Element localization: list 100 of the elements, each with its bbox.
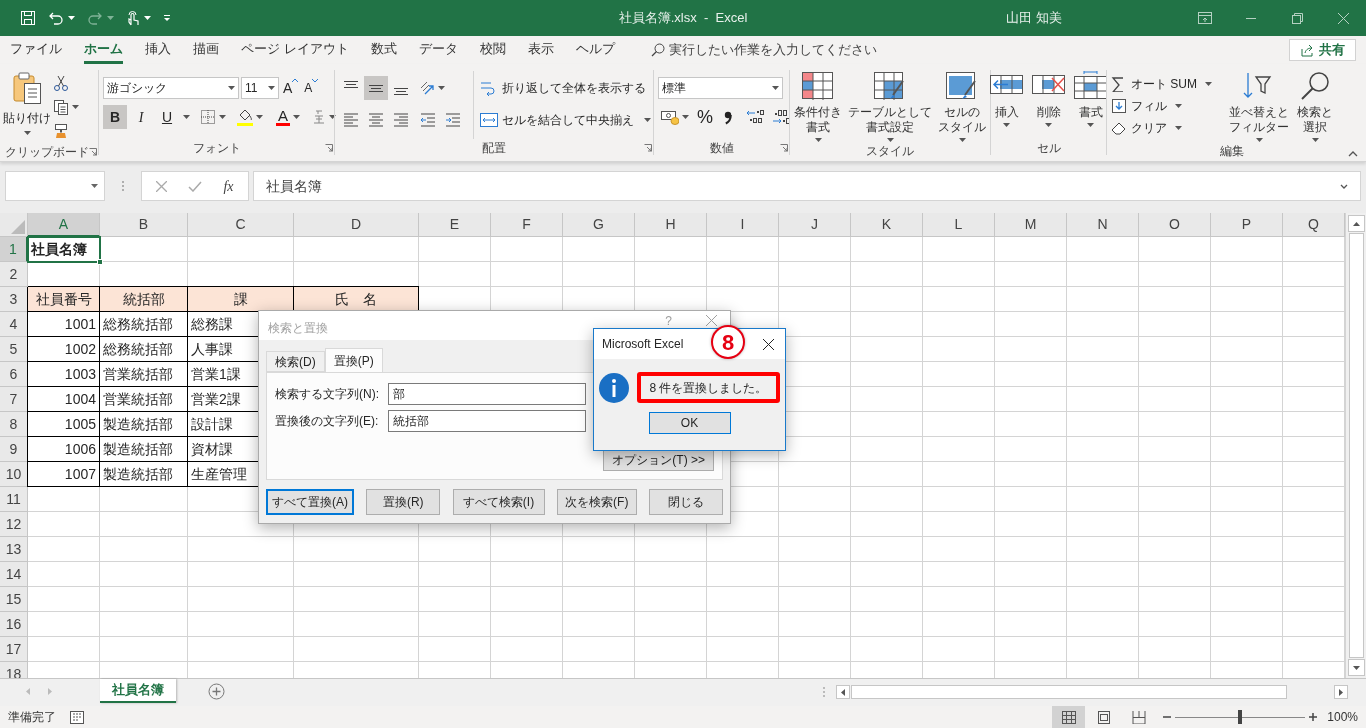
menu-tab[interactable]: 数式 <box>370 36 397 64</box>
row-header[interactable]: 11 <box>0 487 28 512</box>
row-header[interactable]: 8 <box>0 412 28 437</box>
row-header[interactable]: 7 <box>0 387 28 412</box>
font-color-button[interactable]: A <box>272 105 304 129</box>
row-header[interactable]: 1 <box>0 237 28 262</box>
bold-button[interactable]: B <box>103 105 127 129</box>
dialog-button[interactable]: すべて置換(A) <box>266 489 354 515</box>
dialog-button[interactable]: すべて検索(I) <box>452 489 545 515</box>
cells-button[interactable]: 削除 <box>1031 71 1066 139</box>
row-header[interactable]: 5 <box>0 337 28 362</box>
cell[interactable]: 1003 <box>28 362 100 387</box>
row-header[interactable]: 12 <box>0 512 28 537</box>
cell[interactable]: 営業統括部 <box>100 387 188 412</box>
menu-tab[interactable]: ファイル <box>10 36 62 64</box>
row-header[interactable]: 4 <box>0 312 28 337</box>
column-header[interactable]: P <box>1211 213 1283 237</box>
underline-button[interactable]: U <box>155 105 179 129</box>
column-header[interactable]: L <box>923 213 995 237</box>
column-header[interactable]: M <box>995 213 1067 237</box>
cell[interactable]: 営業統括部 <box>100 362 188 387</box>
cell[interactable]: 1005 <box>28 412 100 437</box>
column-header[interactable]: G <box>563 213 635 237</box>
grow-font-button[interactable]: A <box>281 77 301 99</box>
cell[interactable]: 製造統括部 <box>100 412 188 437</box>
italic-button[interactable]: I <box>129 105 153 129</box>
column-header[interactable]: H <box>635 213 707 237</box>
cell[interactable]: 総務統括部 <box>100 312 188 337</box>
cell[interactable]: 社員名簿 <box>28 237 100 262</box>
row-header[interactable]: 14 <box>0 562 28 587</box>
text-field[interactable]: 統括部 <box>388 410 586 432</box>
cell[interactable]: 製造統括部 <box>100 437 188 462</box>
row-header[interactable]: 6 <box>0 362 28 387</box>
cells-button[interactable]: 挿入 <box>989 71 1024 139</box>
tell-me-field[interactable]: 実行したい作業を入力してください <box>668 40 969 60</box>
column-header[interactable]: C <box>188 213 294 237</box>
options-button[interactable]: オプション(T) >> <box>603 449 714 471</box>
formula-field[interactable]: 社員名簿 <box>253 171 1361 201</box>
editing-button[interactable]: オート SUM <box>1111 73 1221 95</box>
ok-button[interactable]: OK <box>648 412 731 434</box>
dialog-tab[interactable]: 置換(P) <box>324 348 383 372</box>
sheet-tab[interactable]: 社員名簿 <box>100 679 176 703</box>
column-header[interactable]: D <box>294 213 419 237</box>
column-header[interactable]: K <box>851 213 923 237</box>
find-select-button[interactable]: 検索と 選択 <box>1297 71 1333 142</box>
number-format-field[interactable]: 標準 <box>658 77 783 99</box>
style-button[interactable]: テーブルとして 書式設定 <box>846 71 934 142</box>
font-name-field[interactable]: 游ゴシック <box>103 77 239 99</box>
menu-tab[interactable]: 描画 <box>193 36 219 64</box>
cell[interactable]: 製造統括部 <box>100 462 188 487</box>
cell[interactable]: 氏 名 <box>294 287 419 312</box>
paste-button[interactable]: 貼り付け <box>4 71 50 143</box>
cell[interactable]: 1004 <box>28 387 100 412</box>
cell[interactable]: 社員番号 <box>28 287 100 312</box>
sort-filter-button[interactable]: 並べ替えと フィルター <box>1229 71 1289 142</box>
menu-tab[interactable]: 校閲 <box>479 36 506 64</box>
merge-center-button[interactable]: セルを結合して中央揃え <box>480 107 651 133</box>
cell[interactable]: 1002 <box>28 337 100 362</box>
column-header[interactable]: O <box>1139 213 1211 237</box>
cell[interactable]: 課 <box>188 287 294 312</box>
dialog-button[interactable]: 閉じる <box>649 489 723 515</box>
column-header[interactable]: E <box>419 213 491 237</box>
menu-tab[interactable]: データ <box>418 36 458 64</box>
editing-button[interactable]: フィル <box>1111 95 1221 117</box>
share-button[interactable]: 共有 <box>1289 39 1356 61</box>
percent-button[interactable]: % <box>694 105 716 129</box>
editing-button[interactable]: クリア <box>1111 117 1221 139</box>
shrink-font-button[interactable]: A <box>302 79 321 97</box>
cell[interactable]: 統括部 <box>100 287 188 312</box>
font-size-field[interactable]: 11 <box>241 77 279 99</box>
cell[interactable]: 総務統括部 <box>100 337 188 362</box>
row-header[interactable]: 15 <box>0 587 28 612</box>
row-header[interactable]: 3 <box>0 287 28 312</box>
row-header[interactable]: 16 <box>0 612 28 637</box>
dialog-button[interactable]: 置換(R) <box>366 489 441 515</box>
menu-tab[interactable]: 挿入 <box>145 36 171 64</box>
insert-function-button[interactable]: fx <box>223 175 234 197</box>
row-header[interactable]: 10 <box>0 462 28 487</box>
dialog-button[interactable]: 次を検索(F) <box>556 489 637 515</box>
menu-tab[interactable]: ページ レイアウト <box>241 36 349 64</box>
column-header[interactable]: Q <box>1283 213 1345 237</box>
cell[interactable]: 1001 <box>28 312 100 337</box>
wrap-text-button[interactable]: 折り返して全体を表示する <box>480 75 651 101</box>
text-field[interactable]: 部 <box>388 383 586 405</box>
cells-button[interactable]: 書式 <box>1073 71 1108 139</box>
row-header[interactable]: 2 <box>0 262 28 287</box>
row-header[interactable]: 17 <box>0 637 28 662</box>
cell[interactable]: 1006 <box>28 437 100 462</box>
column-header[interactable]: N <box>1067 213 1139 237</box>
column-header[interactable]: J <box>779 213 851 237</box>
menu-tab[interactable]: 表示 <box>527 36 554 64</box>
cell[interactable]: 1007 <box>28 462 100 487</box>
row-header[interactable]: 18 <box>0 662 28 678</box>
dialog-tab[interactable]: 検索(D) <box>266 351 325 372</box>
column-header[interactable]: I <box>707 213 779 237</box>
row-header[interactable]: 13 <box>0 537 28 562</box>
menu-tab[interactable]: ヘルプ <box>575 36 615 64</box>
column-header[interactable]: B <box>100 213 188 237</box>
column-header[interactable]: F <box>491 213 563 237</box>
row-header[interactable]: 9 <box>0 437 28 462</box>
